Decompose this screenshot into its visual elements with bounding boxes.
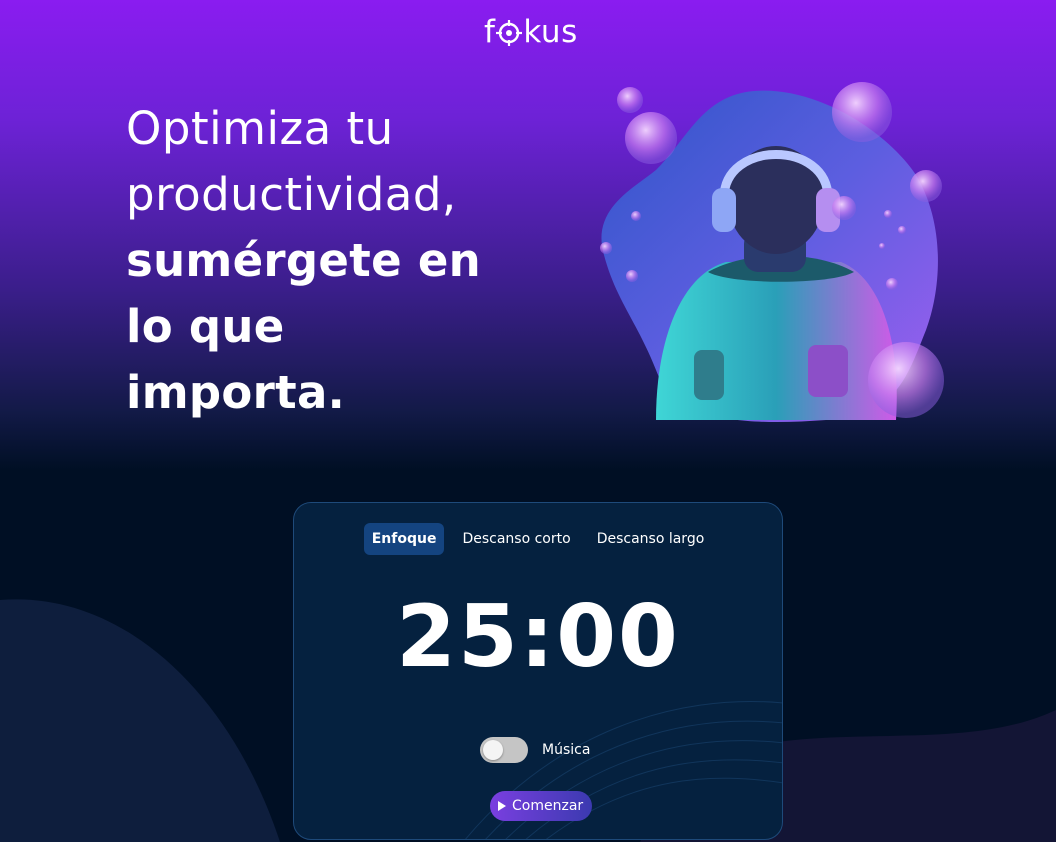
hero-heading: Optimiza tu productividad, sumérgete en … <box>126 96 546 426</box>
timer-card: Enfoque Descanso corto Descanso largo 25… <box>293 502 783 840</box>
start-button-label: Comenzar <box>512 798 584 814</box>
logo-text-end: kus <box>523 14 578 50</box>
hero-line-2: productividad, <box>126 168 457 221</box>
music-toggle-row: Música <box>480 737 590 763</box>
toggle-knob <box>483 740 503 760</box>
tab-descanso-largo[interactable]: Descanso largo <box>589 523 713 555</box>
target-icon <box>496 20 523 46</box>
play-icon <box>498 801 506 811</box>
music-label: Música <box>542 742 591 758</box>
hero-line-5: importa. <box>126 366 346 419</box>
person-with-headphones-illustration <box>600 82 944 423</box>
timer-mode-tabs: Enfoque Descanso corto Descanso largo <box>294 523 782 555</box>
tab-descanso-corto[interactable]: Descanso corto <box>454 523 578 555</box>
hero-line-4: lo que <box>126 300 285 353</box>
tab-enfoque[interactable]: Enfoque <box>363 523 445 555</box>
logo-text-start: f <box>484 14 496 50</box>
hero-line-3: sumérgete en <box>126 234 482 287</box>
timer-display: 25:00 <box>396 587 680 687</box>
fokus-logo[interactable]: f kus <box>484 12 578 52</box>
hero-line-1: Optimiza tu <box>126 102 394 155</box>
start-button[interactable]: Comenzar <box>490 791 593 821</box>
music-toggle-switch[interactable] <box>480 737 528 763</box>
